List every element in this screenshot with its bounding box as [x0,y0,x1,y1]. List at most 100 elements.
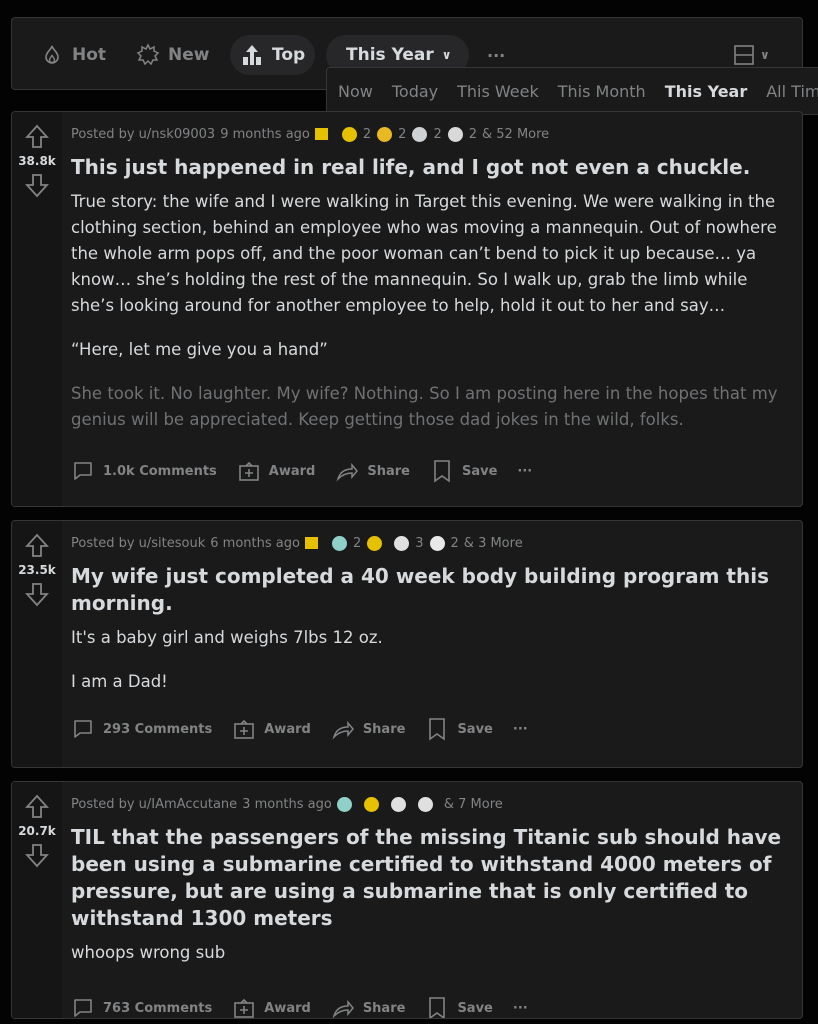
comments-button[interactable]: 1.0k Comments [71,459,217,483]
comment-icon [74,462,92,480]
post-author[interactable]: Posted by u/IAmAccutane [71,797,237,812]
share-button[interactable]: Share [331,996,405,1018]
downvote-icon[interactable] [25,581,49,607]
upvote-icon[interactable] [25,533,49,559]
award-icon[interactable] [363,796,379,812]
award-count: 2 [433,126,442,142]
award-icon[interactable] [331,535,347,551]
chevron-down-icon: ∨ [760,48,770,62]
award-count: 2 [450,535,459,551]
vote-score: 23.5k [18,563,56,577]
post-age: 3 months ago [242,796,332,812]
sort-hot-button[interactable]: Hot [30,35,116,75]
award-label: Award [264,721,311,737]
award-count: 3 [415,535,424,551]
award-icon[interactable] [417,796,433,812]
time-filter-menu: Now Today This Week This Month This Year… [326,67,818,115]
award-button[interactable]: Award [232,717,311,741]
share-icon [332,999,354,1018]
share-label: Share [362,721,406,737]
save-button[interactable]: Save [425,717,493,741]
post-card[interactable]: 23.5k Posted by u/sitesouk 6 months ago … [11,520,803,768]
post-body: It's a baby girl and weighs 7lbs 12 oz. I… [71,625,788,695]
sort-top-button[interactable]: Top [230,35,316,75]
comments-button[interactable]: 763 Comments [71,996,212,1018]
share-icon [332,720,354,740]
award-list[interactable]: 2 3 2 [304,535,459,551]
more-label: ··· [487,45,506,65]
share-button[interactable]: Share [331,717,406,741]
post-body: True story: the wife and I were walking … [71,189,788,433]
save-button[interactable]: Save [430,459,497,483]
comment-icon [74,720,92,738]
post-paragraph: I am a Dad! [71,672,168,691]
award-button[interactable]: Award [232,996,311,1018]
more-awards[interactable]: & 52 More [482,127,549,142]
award-icon[interactable] [412,126,428,142]
vote-score: 20.7k [18,824,56,838]
more-awards[interactable]: & 7 More [444,797,503,812]
sort-new-button[interactable]: New [126,35,219,75]
more-label: ··· [512,1000,528,1016]
award-icon[interactable] [390,796,406,812]
upvote-icon[interactable] [25,794,49,820]
share-icon [336,462,359,482]
award-button[interactable]: Award [237,459,315,483]
sort-new-label: New [168,45,210,65]
award-icon[interactable] [394,535,410,551]
more-awards[interactable]: & 3 More [464,536,523,551]
downvote-icon[interactable] [25,842,49,868]
post-paragraph: True story: the wife and I were walking … [71,192,777,315]
award-icon[interactable] [377,126,393,142]
save-button[interactable]: Save [425,996,493,1018]
comments-label: 293 Comments [103,721,213,737]
vote-score: 38.8k [18,154,56,168]
share-label: Share [367,463,410,479]
menu-item-now[interactable]: Now [338,82,373,101]
chevron-down-icon: ∨ [441,48,452,62]
award-list[interactable] [336,796,439,812]
post-actions: 293 Comments Award Share Save ··· [71,709,788,749]
post-actions: 763 Comments Award Share Save ··· [71,988,788,1018]
share-button[interactable]: Share [335,459,410,483]
post-title[interactable]: This just happened in real life, and I g… [71,154,788,181]
award-icon[interactable] [447,126,463,142]
award-icon[interactable] [336,796,352,812]
post-title[interactable]: TIL that the passengers of the missing T… [71,824,788,932]
award-label: Award [264,1000,311,1016]
post-age: 6 months ago [210,535,300,551]
vote-column: 20.7k [12,782,62,1018]
vote-column: 23.5k [12,521,62,767]
menu-item-all-time[interactable]: All Time [766,82,818,101]
more-actions-button[interactable]: ··· [517,464,532,479]
more-actions-button[interactable]: ··· [513,722,528,737]
award-count: 2 [468,126,477,142]
flame-icon [45,45,59,64]
menu-item-this-year[interactable]: This Year [665,82,748,101]
more-actions-button[interactable]: ··· [513,1001,528,1016]
comments-button[interactable]: 293 Comments [71,717,212,741]
award-icon[interactable] [341,126,357,142]
downvote-icon[interactable] [25,172,49,198]
post-paragraph: She took it. No laughter. My wife? Nothi… [71,384,778,429]
post-author[interactable]: Posted by u/nsk09003 [71,127,215,142]
comment-icon [74,999,92,1017]
award-icon[interactable] [429,535,445,551]
post-title[interactable]: My wife just completed a 40 week body bu… [71,563,788,617]
award-icon[interactable] [367,535,383,551]
menu-item-today[interactable]: Today [392,82,438,101]
post-author[interactable]: Posted by u/sitesouk [71,536,205,551]
comments-label: 1.0k Comments [103,463,217,479]
post-card[interactable]: 20.7k Posted by u/IAmAccutane 3 months a… [11,781,803,1019]
save-label: Save [457,1000,493,1016]
post-card[interactable]: 38.8k Posted by u/nsk09003 9 months ago … [11,111,803,507]
burst-icon [136,43,160,66]
award-list[interactable]: 2 2 2 2 [314,126,477,142]
bookmark-icon [429,718,446,741]
post-meta: Posted by u/IAmAccutane 3 months ago & 7… [71,794,788,814]
save-label: Save [457,721,493,737]
menu-item-this-week[interactable]: This Week [457,82,539,101]
time-filter-label: This Year [346,45,434,65]
upvote-icon[interactable] [25,124,49,150]
menu-item-this-month[interactable]: This Month [558,82,646,101]
